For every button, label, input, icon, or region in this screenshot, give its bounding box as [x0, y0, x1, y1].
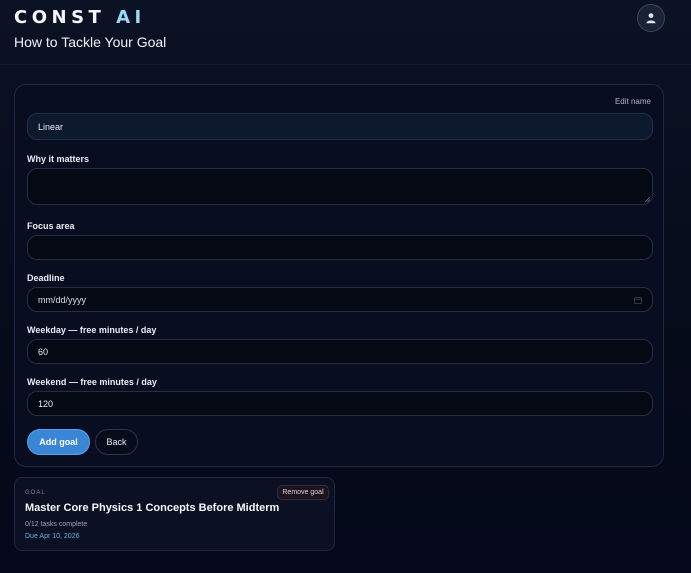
user-avatar-button[interactable]: [637, 4, 665, 32]
deadline-label: Deadline: [27, 273, 65, 283]
brand-ai: AI: [116, 7, 146, 28]
why-textarea[interactable]: [27, 168, 653, 205]
weekend-minutes-value: 120: [38, 398, 54, 409]
back-button[interactable]: Back: [95, 429, 138, 455]
weekday-minutes-input[interactable]: 60: [27, 339, 653, 364]
resize-grip-icon[interactable]: [644, 196, 650, 202]
goal-due-date: Due Apr 10, 2026: [25, 533, 80, 540]
add-goal-button[interactable]: Add goal: [27, 429, 90, 455]
page-title: How to Tackle Your Goal: [14, 34, 167, 50]
weekend-minutes-input[interactable]: 120: [27, 391, 653, 416]
goal-form: Edit name Linear Why it matters Focus ar…: [14, 84, 664, 467]
goal-kicker: GOAL: [25, 490, 46, 496]
focus-label: Focus area: [27, 221, 75, 231]
app-header: CONST AI How to Tackle Your Goal: [0, 0, 691, 65]
weekday-label: Weekday — free minutes / day: [27, 325, 157, 335]
goal-name-input[interactable]: Linear: [27, 113, 653, 140]
why-label: Why it matters: [27, 154, 90, 164]
remove-goal-button[interactable]: Remove goal: [277, 485, 329, 500]
goal-name-value: Linear: [38, 121, 64, 132]
calendar-icon[interactable]: [634, 296, 642, 304]
brand-logo: CONST AI: [14, 7, 146, 28]
weekday-minutes-value: 60: [38, 346, 49, 357]
deadline-placeholder: mm/dd/yyyy: [38, 294, 87, 305]
user-icon: [646, 13, 656, 24]
goal-progress: 0/12 tasks complete: [25, 521, 88, 528]
deadline-input[interactable]: mm/dd/yyyy: [27, 287, 653, 312]
brand-const: CONST: [14, 7, 106, 28]
focus-input[interactable]: [27, 235, 653, 260]
goal-card: GOAL Remove goal Master Core Physics 1 C…: [14, 477, 335, 551]
goal-title: Master Core Physics 1 Concepts Before Mi…: [25, 502, 280, 514]
weekend-label: Weekend — free minutes / day: [27, 377, 157, 387]
edit-name-button[interactable]: Edit name: [615, 97, 651, 106]
